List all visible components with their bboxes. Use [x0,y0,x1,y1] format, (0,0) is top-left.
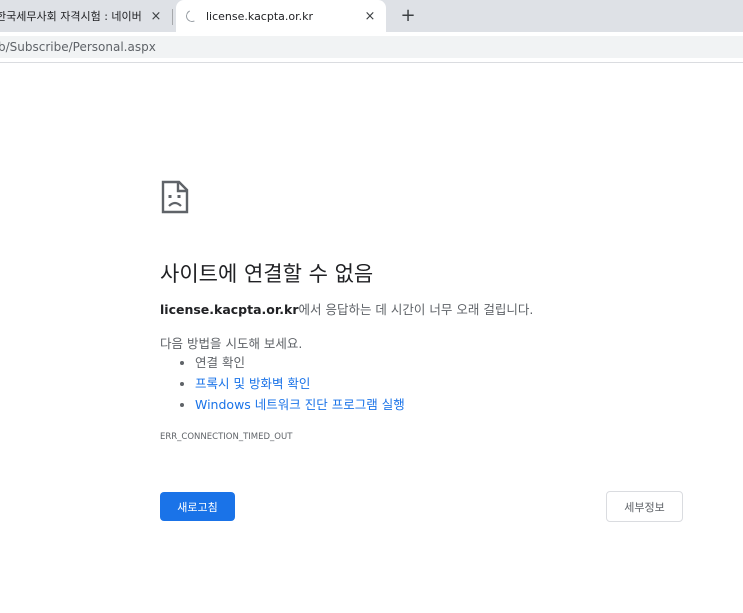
toolbar: b/Subscribe/Personal.aspx [0,32,743,63]
suggestion-check-proxy-firewall: 프록시 및 방화벽 확인 [178,373,405,394]
error-summary-text: 에서 응답하는 데 시간이 너무 오래 걸립니다. [298,302,534,317]
run-network-diagnostics-link[interactable]: Windows 네트워크 진단 프로그램 실행 [195,397,405,412]
suggestions-list: 연결 확인 프록시 및 방화벽 확인 Windows 네트워크 진단 프로그램 … [178,352,405,415]
error-heading: 사이트에 연결할 수 없음 [160,262,374,286]
tab-title: license.kacpta.or.kr [206,9,314,23]
tab-naver-search[interactable]: 한국세무사회 자격시험 : 네이버 × [0,0,172,32]
reload-button[interactable]: 새로고침 [160,492,235,521]
sad-page-icon [161,180,189,214]
error-code: ERR_CONNECTION_TIMED_OUT [160,432,293,442]
tab-divider [172,9,173,25]
error-summary: license.kacpta.or.kr에서 응답하는 데 시간이 너무 오래 … [160,299,533,318]
close-icon[interactable]: × [146,9,166,24]
url-text[interactable]: b/Subscribe/Personal.aspx [0,40,156,54]
new-tab-button[interactable]: + [396,4,420,28]
tab-title: 한국세무사회 자격시험 : 네이버 [0,10,142,23]
tab-strip: 한국세무사회 자격시험 : 네이버 × license.kacpta.or.kr… [0,0,743,32]
suggestion-check-connection: 연결 확인 [178,352,405,373]
error-host: license.kacpta.or.kr [160,302,299,317]
suggestion-run-diagnostics: Windows 네트워크 진단 프로그램 실행 [178,394,405,415]
suggestions-intro: 다음 방법을 시도해 보세요. [160,336,303,351]
loading-spinner-icon [184,8,200,24]
tab-license-kacpta[interactable]: license.kacpta.or.kr × [176,0,386,32]
close-icon[interactable]: × [360,9,380,24]
address-bar[interactable]: b/Subscribe/Personal.aspx [0,36,743,58]
details-button[interactable]: 세부정보 [606,491,683,522]
check-proxy-firewall-link[interactable]: 프록시 및 방화벽 확인 [195,376,310,391]
